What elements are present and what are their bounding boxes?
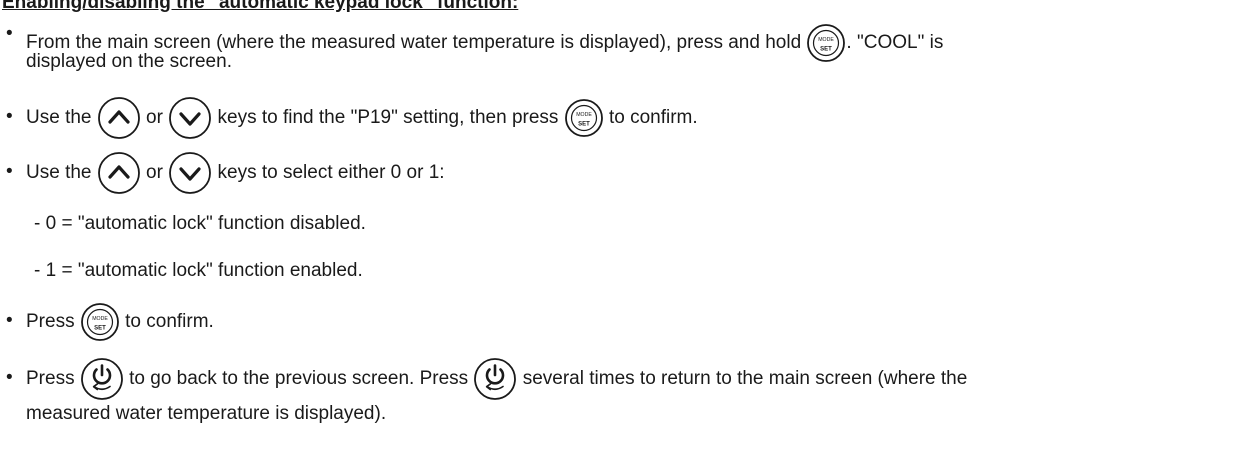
mode-set-key-icon: MODE SET — [564, 98, 604, 138]
instruction-text: to confirm. — [119, 311, 214, 332]
document: Enabling/disabling the "automatic keypad… — [0, 0, 1239, 473]
instruction-text: keys to select either 0 or 1: — [212, 162, 445, 183]
option-text-enabled: - 1 = "automatic lock" function enabled. — [34, 260, 363, 281]
list-item-line: Use the or keys to select either 0 or 1: — [26, 151, 445, 195]
up-arrow-key-icon — [97, 96, 141, 140]
instruction-text: Use the — [26, 107, 97, 128]
up-arrow-key-icon — [97, 151, 141, 195]
sub-item-line: - 1 = "automatic lock" function enabled. — [34, 259, 363, 283]
mode-set-key-icon: MODE SET — [80, 302, 120, 342]
power-back-key-icon — [80, 357, 124, 401]
power-back-key-icon — [473, 357, 517, 401]
instruction-text: or — [140, 162, 169, 183]
bullet: • — [6, 161, 13, 182]
option-text-disabled: - 0 = "automatic lock" function disabled… — [34, 213, 366, 234]
instruction-text: or — [140, 107, 169, 128]
svg-text:SET: SET — [94, 326, 106, 332]
instruction-text: to confirm. — [603, 107, 698, 128]
list-item-line: measured water temperature is displayed)… — [26, 402, 386, 426]
instruction-text: measured water temperature is displayed)… — [26, 403, 387, 424]
instruction-text: Press — [26, 368, 80, 389]
svg-text:MODE: MODE — [819, 37, 835, 43]
instruction-text: several times to return to the main scre… — [517, 368, 968, 389]
down-arrow-key-icon — [168, 96, 212, 140]
instruction-text: Press — [26, 311, 80, 332]
svg-text:SET: SET — [578, 122, 590, 128]
bullet: • — [6, 23, 13, 44]
instruction-text: keys to find the "P19" setting, then pre… — [212, 107, 564, 128]
mode-set-key-icon: MODE SET — [806, 23, 846, 63]
bullet: • — [6, 106, 13, 127]
bullet: • — [6, 310, 13, 331]
list-item-line: Press MODE SET to confirm. — [26, 302, 214, 342]
svg-text:MODE: MODE — [576, 112, 592, 118]
bullet: • — [6, 367, 13, 388]
list-item-line: Press to go back to the previous screen.… — [26, 357, 967, 401]
instruction-text: to go back to the previous screen. Press — [123, 368, 474, 389]
instruction-text: displayed on the screen. — [26, 51, 232, 72]
list-item-line: displayed on the screen. — [26, 50, 232, 74]
sub-item-line: - 0 = "automatic lock" function disabled… — [34, 212, 366, 236]
svg-text:MODE: MODE — [92, 316, 108, 322]
down-arrow-key-icon — [168, 151, 212, 195]
instruction-text: Use the — [26, 162, 97, 183]
instruction-text: . "COOL" is — [846, 32, 944, 53]
svg-text:SET: SET — [821, 47, 833, 53]
section-heading: Enabling/disabling the "automatic keypad… — [2, 0, 519, 13]
list-item-line: Use the or keys to find the "P19" settin… — [26, 96, 698, 140]
